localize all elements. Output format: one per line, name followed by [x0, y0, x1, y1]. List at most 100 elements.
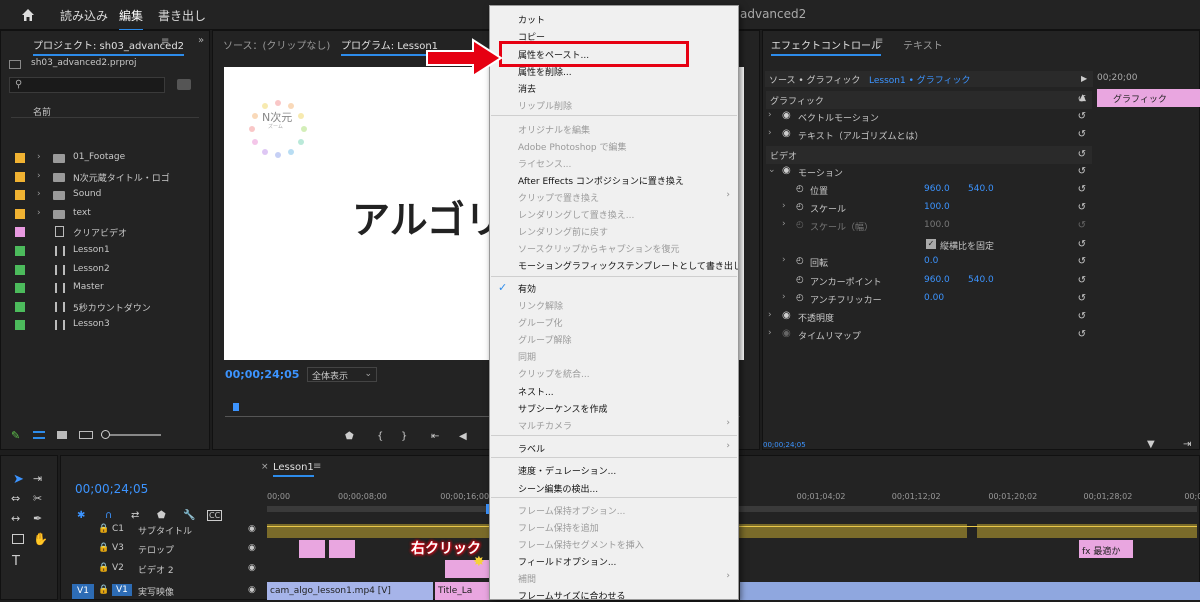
- project-item[interactable]: Lesson2: [11, 261, 199, 279]
- menu-item[interactable]: ネスト...: [518, 385, 554, 398]
- eye-icon[interactable]: ◉: [248, 524, 256, 534]
- label-color-swatch[interactable]: [15, 283, 25, 294]
- reset-icon[interactable]: ↺: [1078, 184, 1086, 195]
- slider-handle[interactable]: [101, 430, 110, 439]
- reset-icon[interactable]: ↺: [1078, 329, 1086, 340]
- eye-icon[interactable]: ◉: [782, 328, 791, 339]
- project-item[interactable]: › N次元蔵タイトル・ロゴ: [11, 168, 199, 186]
- stopwatch-icon[interactable]: ◴: [796, 293, 804, 303]
- menu-edit[interactable]: 編集: [119, 7, 144, 31]
- selection-tool-icon[interactable]: ➤: [13, 472, 24, 487]
- track-id[interactable]: V3: [112, 543, 124, 553]
- menu-item[interactable]: ラベル: [518, 442, 545, 455]
- stopwatch-icon[interactable]: ◴: [796, 275, 804, 285]
- v1-clip-title[interactable]: Title_La: [435, 582, 491, 600]
- effect-value[interactable]: 0.0: [924, 256, 938, 266]
- reset-icon[interactable]: ↺: [1078, 275, 1086, 286]
- tab-source[interactable]: ソース：(クリップなし): [223, 37, 330, 52]
- reset-icon[interactable]: ↺: [1078, 293, 1086, 304]
- marker-icon[interactable]: ⬟: [345, 431, 354, 442]
- label-color-swatch[interactable]: [15, 171, 25, 182]
- label-color-swatch[interactable]: [15, 153, 25, 163]
- fit-select[interactable]: 全体表示 ⌄: [307, 367, 377, 382]
- menu-item[interactable]: シーン編集の検出...: [518, 482, 598, 495]
- list-view-icon[interactable]: [33, 431, 45, 439]
- new-bin-icon[interactable]: [177, 79, 191, 90]
- freeform-view-icon[interactable]: [79, 431, 93, 439]
- eye-icon[interactable]: ◉: [248, 563, 256, 573]
- project-item[interactable]: › 01_Footage: [11, 149, 199, 167]
- graphic-clip-bar[interactable]: グラフィック: [1097, 89, 1200, 107]
- close-icon[interactable]: ×: [261, 462, 269, 472]
- eye-icon[interactable]: ◉: [782, 110, 791, 121]
- lock-icon[interactable]: 🔒: [98, 524, 109, 534]
- v3-clip[interactable]: [299, 540, 325, 558]
- hamburger-icon[interactable]: ≡: [313, 461, 321, 472]
- menu-item[interactable]: モーショングラフィックステンプレートとして書き出し...: [518, 259, 738, 272]
- expand-arrow-icon[interactable]: ›: [768, 110, 772, 120]
- eye-icon[interactable]: ◉: [248, 543, 256, 553]
- magnet-icon[interactable]: ∩: [105, 510, 112, 521]
- project-item[interactable]: Lesson1: [11, 242, 199, 260]
- rectangle-tool-icon[interactable]: [12, 534, 24, 544]
- label-color-swatch[interactable]: [15, 208, 25, 219]
- effect-value[interactable]: 960.0: [924, 184, 950, 194]
- expand-arrow-icon[interactable]: ›: [782, 201, 786, 211]
- menu-import[interactable]: 読み込み: [60, 7, 108, 24]
- source-selector[interactable]: ソース • グラフィック Lesson1 • グラフィック: [765, 71, 1093, 87]
- source-patch[interactable]: V1: [72, 584, 94, 599]
- project-item[interactable]: › text: [11, 205, 199, 223]
- tab-program[interactable]: プログラム: Lesson1: [341, 37, 439, 56]
- track-id[interactable]: C1: [112, 524, 124, 534]
- v1-clip-right[interactable]: [740, 582, 1200, 600]
- effect-row[interactable]: ⌄ ◉ モーション ↺: [766, 163, 1092, 181]
- effect-section-video[interactable]: ビデオ ↺: [766, 146, 1092, 164]
- reset-icon[interactable]: ↺: [1078, 129, 1086, 140]
- slip-tool-icon[interactable]: ↔: [11, 512, 20, 525]
- tab-timeline-sequence[interactable]: Lesson1: [273, 462, 314, 477]
- eye-icon[interactable]: ◉: [782, 310, 791, 321]
- project-item[interactable]: Master: [11, 279, 199, 297]
- expand-arrow-icon[interactable]: ›: [37, 189, 41, 199]
- project-item[interactable]: Lesson3: [11, 316, 199, 334]
- lock-icon[interactable]: 🔒: [98, 563, 109, 573]
- menu-item[interactable]: 消去: [518, 82, 536, 95]
- eye-icon[interactable]: ◉: [248, 585, 256, 595]
- stopwatch-icon[interactable]: ◴: [796, 256, 804, 266]
- effect-value[interactable]: 540.0: [968, 184, 994, 194]
- label-color-swatch[interactable]: [15, 190, 25, 201]
- track-header[interactable]: V1 🔒 V1 実写映像 ◉: [62, 582, 267, 602]
- effect-value[interactable]: 0.00: [924, 293, 944, 303]
- export-icon[interactable]: ⇥: [1183, 439, 1191, 450]
- effect-row[interactable]: › ◴ スケール 100.0 ↺: [766, 199, 1092, 217]
- expand-arrow-icon[interactable]: ⌄: [768, 165, 776, 175]
- reset-icon[interactable]: ↺: [1078, 202, 1086, 213]
- label-color-swatch[interactable]: [15, 246, 25, 256]
- lock-icon[interactable]: 🔒: [98, 585, 109, 595]
- menu-item[interactable]: After Effects コンポジションに置き換え: [518, 174, 684, 187]
- effect-row[interactable]: › ◴ スケール（幅） 100.0 ↺: [766, 217, 1092, 235]
- pen-tool-icon[interactable]: ✒: [33, 512, 42, 525]
- project-item[interactable]: クリアビデオ: [11, 223, 199, 241]
- playhead-marker[interactable]: [233, 403, 239, 411]
- chevron-double-right-icon[interactable]: »: [198, 35, 204, 46]
- linked-selection-icon[interactable]: ⇄: [131, 510, 139, 521]
- tab-effect-controls[interactable]: エフェクトコントロール: [771, 37, 881, 56]
- mark-in-icon[interactable]: {: [377, 431, 383, 442]
- effect-row[interactable]: › ◉ テキスト（アルゴリズムとは） ↺: [766, 126, 1092, 144]
- hamburger-icon[interactable]: ≡: [161, 36, 169, 47]
- reset-icon[interactable]: ↺: [1078, 256, 1086, 267]
- menu-item[interactable]: フレームサイズに合わせる: [518, 589, 625, 599]
- pencil-icon[interactable]: ✎: [11, 429, 20, 442]
- tab-text[interactable]: テキスト: [903, 37, 943, 52]
- track-id[interactable]: V1: [112, 584, 132, 596]
- track-header[interactable]: 🔒 V2 ビデオ 2 ◉: [62, 560, 267, 580]
- effect-value[interactable]: 540.0: [968, 275, 994, 285]
- captions-icon[interactable]: CC: [207, 510, 223, 521]
- checkbox[interactable]: ✓: [926, 239, 936, 249]
- effect-row[interactable]: › ◉ ベクトルモーション ↺: [766, 108, 1092, 126]
- eye-icon[interactable]: ◉: [782, 165, 791, 176]
- effect-row[interactable]: › ◉ 不透明度 ↺: [766, 308, 1092, 326]
- search-input[interactable]: ⚲: [9, 77, 165, 93]
- mark-out-icon[interactable]: }: [401, 431, 407, 442]
